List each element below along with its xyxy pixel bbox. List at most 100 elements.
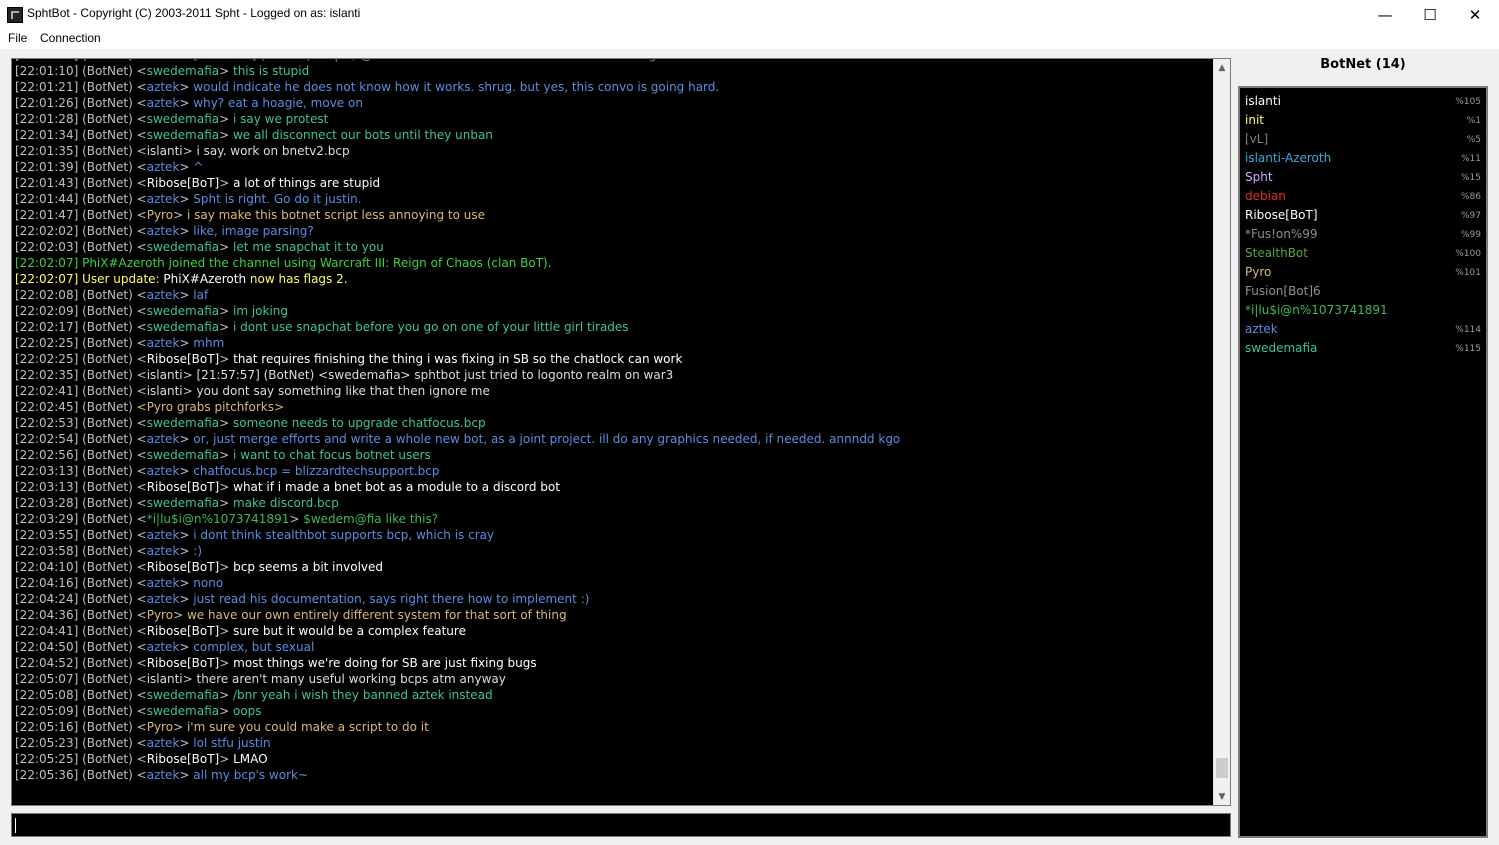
scroll-down-arrow-icon[interactable]: ▼ <box>1214 788 1230 805</box>
message-user[interactable]: aztek <box>147 288 180 302</box>
user-row[interactable]: aztek %114 <box>1245 320 1481 339</box>
user-list: islanti %105 init %1 [vL] %5 islanti-Azeroth %1… <box>1245 92 1481 358</box>
message-user[interactable]: aztek <box>147 592 180 606</box>
chat-line: [22:02:03] (BotNet) <swedemafia> let me … <box>15 240 384 254</box>
user-name: swedemafia <box>1245 341 1318 355</box>
user-name: init <box>1245 113 1264 127</box>
message-user[interactable]: islanti <box>147 384 183 398</box>
message-user[interactable]: swedemafia <box>147 688 219 702</box>
menu-connection[interactable]: Connection <box>40 31 101 45</box>
user-row[interactable]: init %1 <box>1245 111 1481 130</box>
message-tag: (BotNet) <box>82 176 133 190</box>
app-icon[interactable] <box>7 7 23 23</box>
user-row[interactable]: StealthBot %100 <box>1245 244 1481 263</box>
message-tag: (BotNet) <box>82 720 133 734</box>
scroll-thumb[interactable] <box>1216 757 1228 778</box>
message-user[interactable]: Ribose[BoT] <box>147 656 220 670</box>
user-row[interactable]: Fusion[Bot]6 <box>1245 282 1481 301</box>
user-name: aztek <box>1245 322 1278 336</box>
message-user[interactable]: aztek <box>147 528 180 542</box>
message-user[interactable]: swedemafia <box>147 320 219 334</box>
message-user[interactable]: *i|lu$i@n%1073741891 <box>147 512 290 526</box>
message-tag: (BotNet) <box>82 224 133 238</box>
message-user[interactable]: aztek <box>147 224 180 238</box>
update-prefix: User update: <box>82 272 160 286</box>
message-user[interactable]: aztek <box>147 192 180 206</box>
user-list-panel[interactable]: islanti %105 init %1 [vL] %5 islanti-Azeroth %1… <box>1238 86 1488 838</box>
message-user[interactable]: aztek <box>147 432 180 446</box>
message-user[interactable]: aztek <box>147 336 180 350</box>
user-row[interactable]: islanti-Azeroth %11 <box>1245 149 1481 168</box>
message-user[interactable]: Ribose[BoT] <box>147 560 220 574</box>
message-user[interactable]: Ribose[BoT] <box>147 176 220 190</box>
message-user[interactable]: swedemafia <box>147 448 219 462</box>
message-user[interactable]: swedemafia <box>147 704 219 718</box>
window-title: SphtBot - Copyright (C) 2003-2011 Spht -… <box>27 6 361 20</box>
message-user[interactable]: islanti <box>147 672 183 686</box>
user-row[interactable]: Pyro %101 <box>1245 263 1481 282</box>
message-user[interactable]: islanti <box>147 144 183 158</box>
message-user[interactable]: Ribose[BoT] <box>147 752 220 766</box>
scroll-up-arrow-icon[interactable]: ▲ <box>1214 59 1230 76</box>
message-user[interactable]: aztek <box>147 59 180 62</box>
message-user[interactable]: Ribose[BoT] <box>147 480 220 494</box>
chat-input[interactable] <box>11 813 1231 837</box>
chat-line: [22:02:56] (BotNet) <swedemafia> i want … <box>15 448 431 462</box>
message-user[interactable]: swedemafia <box>147 112 219 126</box>
message-user[interactable]: swedemafia <box>147 496 219 510</box>
message-user[interactable]: aztek <box>147 544 180 558</box>
user-row[interactable]: *Fus!on%99 %99 <box>1245 225 1481 244</box>
message-user[interactable]: aztek <box>147 640 180 654</box>
user-row[interactable]: *i|lu$i@n%1073741891 <box>1245 301 1481 320</box>
message-time: [22:03:13] <box>15 464 79 478</box>
menu-file[interactable]: File <box>8 31 27 45</box>
message-user[interactable]: swedemafia <box>147 64 219 78</box>
message-user[interactable]: aztek <box>147 160 180 174</box>
message-text: im joking <box>232 304 289 318</box>
minimize-button[interactable]: — <box>1362 0 1408 29</box>
message-user[interactable]: Pyro <box>147 608 173 622</box>
message-time: [22:02:17] <box>15 320 79 334</box>
message-user[interactable]: aztek <box>147 768 180 782</box>
user-row[interactable]: swedemafia %115 <box>1245 339 1481 358</box>
user-row[interactable]: islanti %105 <box>1245 92 1481 111</box>
message-user[interactable]: aztek <box>147 576 180 590</box>
message-user[interactable]: Pyro <box>147 208 173 222</box>
message-user[interactable]: islanti <box>147 368 183 382</box>
chat-line: [22:04:41] (BotNet) <Ribose[BoT]> sure b… <box>15 624 466 638</box>
close-button[interactable]: ✕ <box>1452 0 1498 29</box>
message-tag: (BotNet) <box>82 560 133 574</box>
chat-scrollbar[interactable]: ▲ ▼ <box>1213 59 1230 805</box>
message-tag: (BotNet) <box>82 432 133 446</box>
message-user[interactable]: swedemafia <box>147 128 219 142</box>
message-user[interactable]: Ribose[BoT] <box>147 352 220 366</box>
user-row[interactable]: debian %86 <box>1245 187 1481 206</box>
chat-log[interactable]: [22:00:59] (BotNet) <aztek> [23:57:56] (… <box>11 58 1231 806</box>
chat-line: [22:04:50] (BotNet) <aztek> complex, but… <box>15 640 315 654</box>
message-user[interactable]: aztek <box>147 96 180 110</box>
message-user[interactable]: aztek <box>147 464 180 478</box>
message-text: i say we protest <box>232 112 329 126</box>
message-tag: (BotNet) <box>82 688 133 702</box>
message-user[interactable]: aztek <box>147 736 180 750</box>
message-tag: (BotNet) <box>82 368 133 382</box>
message-time: [22:03:28] <box>15 496 79 510</box>
message-time: [22:02:54] <box>15 432 79 446</box>
message-text: i say. work on bnetv2.bcp <box>196 144 350 158</box>
message-user[interactable]: swedemafia <box>147 304 219 318</box>
message-text: i want to chat focus botnet users <box>232 448 431 462</box>
maximize-button[interactable]: ☐ <box>1407 0 1453 29</box>
message-user[interactable]: Pyro <box>147 720 173 734</box>
message-time: [22:03:13] <box>15 480 79 494</box>
message-user[interactable]: aztek <box>147 80 180 94</box>
user-row[interactable]: Spht %15 <box>1245 168 1481 187</box>
message-text: ^ <box>193 160 204 174</box>
message-user[interactable]: Ribose[BoT] <box>147 624 220 638</box>
message-user[interactable]: swedemafia <box>147 416 219 430</box>
user-row[interactable]: Ribose[BoT] %97 <box>1245 206 1481 225</box>
user-row[interactable]: [vL] %5 <box>1245 130 1481 149</box>
message-tag: (BotNet) <box>82 768 133 782</box>
message-tag: (BotNet) <box>82 112 133 126</box>
message-user[interactable]: swedemafia <box>147 240 219 254</box>
user-name: Spht <box>1245 170 1273 184</box>
